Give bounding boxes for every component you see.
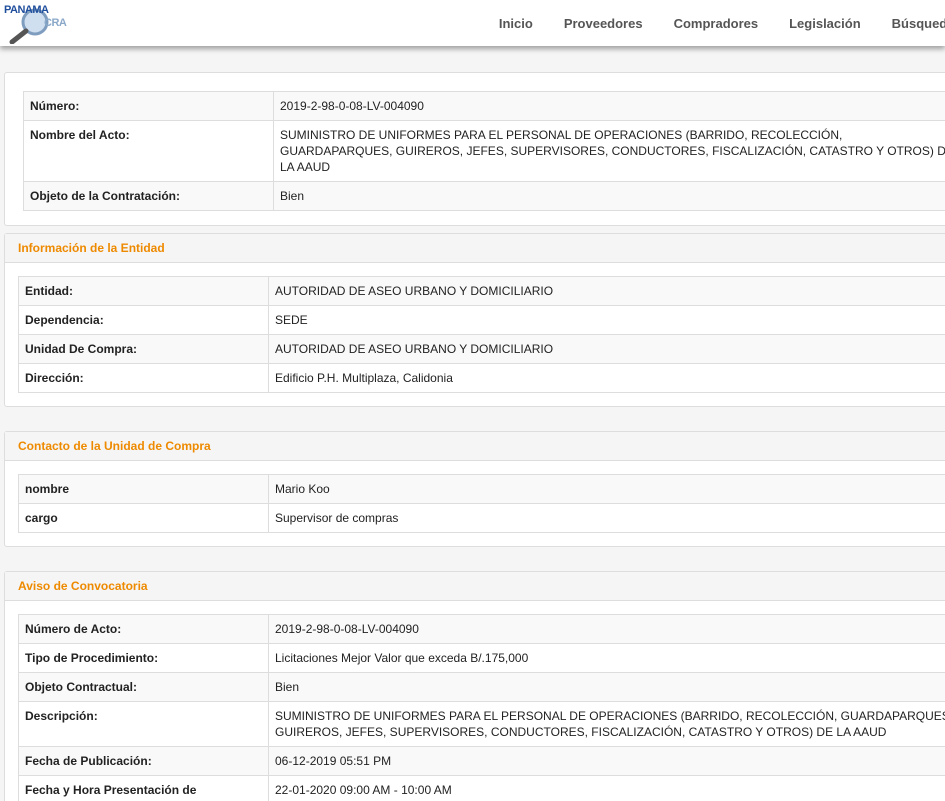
field-label: Dirección: <box>18 363 269 393</box>
field-value: 2019-2-98-0-08-LV-004090 <box>273 91 945 121</box>
entidad-panel: Información de la Entidad Entidad: AUTOR… <box>4 233 945 407</box>
contacto-panel-body: nombre Mario Koo cargo Supervisor de com… <box>5 461 945 546</box>
logo-text-top: PANAMA <box>4 4 49 16</box>
field-value: Bien <box>268 672 945 702</box>
field-value: SUMINISTRO DE UNIFORMES PARA EL PERSONAL… <box>273 120 945 182</box>
aviso-panel-body: Número de Acto: 2019-2-98-0-08-LV-004090… <box>5 601 945 801</box>
table-row: Entidad: AUTORIDAD DE ASEO URBANO Y DOMI… <box>18 276 945 306</box>
field-label: Fecha de Publicación: <box>18 746 269 776</box>
contacto-panel: Contacto de la Unidad de Compra nombre M… <box>4 431 945 547</box>
field-label: Nombre del Acto: <box>23 120 274 182</box>
table-row: Dirección: Edificio P.H. Multiplaza, Cal… <box>18 363 945 393</box>
field-value: Mario Koo <box>268 474 945 504</box>
panel-title: Aviso de Convocatoria <box>5 572 945 601</box>
entidad-panel-body: Entidad: AUTORIDAD DE ASEO URBANO Y DOMI… <box>5 263 945 406</box>
table-row: nombre Mario Koo <box>18 474 945 504</box>
table-row: Dependencia: SEDE <box>18 305 945 335</box>
entidad-table: Entidad: AUTORIDAD DE ASEO URBANO Y DOMI… <box>18 276 945 393</box>
contacto-table: nombre Mario Koo cargo Supervisor de com… <box>18 474 945 533</box>
aviso-panel: Aviso de Convocatoria Número de Acto: 20… <box>4 571 945 801</box>
table-row: Objeto de la Contratación: Bien <box>23 181 945 211</box>
summary-panel: Número: 2019-2-98-0-08-LV-004090 Nombre … <box>4 72 945 226</box>
main-nav: Inicio Proveedores Compradores Legislaci… <box>499 0 945 46</box>
field-value: 06-12-2019 05:51 PM <box>268 746 945 776</box>
aviso-table: Número de Acto: 2019-2-98-0-08-LV-004090… <box>18 614 945 801</box>
logo-text-bottom: CRA <box>44 17 67 29</box>
table-row: Tipo de Procedimiento: Licitaciones Mejo… <box>18 643 945 673</box>
field-label: cargo <box>18 503 269 533</box>
field-label: Número de Acto: <box>18 614 269 644</box>
field-label: Objeto Contractual: <box>18 672 269 702</box>
field-label: Dependencia: <box>18 305 269 335</box>
table-row: Objeto Contractual: Bien <box>18 672 945 702</box>
field-label: Fecha y Hora Presentación de <box>18 775 269 801</box>
summary-table: Número: 2019-2-98-0-08-LV-004090 Nombre … <box>23 91 945 211</box>
nav-proveedores[interactable]: Proveedores <box>564 16 643 31</box>
table-row: Unidad De Compra: AUTORIDAD DE ASEO URBA… <box>18 334 945 364</box>
table-row: Nombre del Acto: SUMINISTRO DE UNIFORMES… <box>23 120 945 182</box>
table-row: Fecha de Publicación: 06-12-2019 05:51 P… <box>18 746 945 776</box>
field-value: 22-01-2020 09:00 AM - 10:00 AM <box>268 775 945 801</box>
field-label: Unidad De Compra: <box>18 334 269 364</box>
panel-title: Información de la Entidad <box>5 234 945 263</box>
field-label: nombre <box>18 474 269 504</box>
field-value: Supervisor de compras <box>268 503 945 533</box>
field-value: SUMINISTRO DE UNIFORMES PARA EL PERSONAL… <box>268 701 945 747</box>
field-value: Licitaciones Mejor Valor que exceda B/.1… <box>268 643 945 673</box>
field-label: Número: <box>23 91 274 121</box>
page-content: Número: 2019-2-98-0-08-LV-004090 Nombre … <box>0 46 945 801</box>
table-row: Número: 2019-2-98-0-08-LV-004090 <box>23 91 945 121</box>
field-label: Objeto de la Contratación: <box>23 181 274 211</box>
table-row: Número de Acto: 2019-2-98-0-08-LV-004090 <box>18 614 945 644</box>
summary-panel-body: Número: 2019-2-98-0-08-LV-004090 Nombre … <box>5 73 945 225</box>
table-row: Fecha y Hora Presentación de 22-01-2020 … <box>18 775 945 801</box>
panel-title: Contacto de la Unidad de Compra <box>5 432 945 461</box>
field-value: 2019-2-98-0-08-LV-004090 <box>268 614 945 644</box>
table-row: cargo Supervisor de compras <box>18 503 945 533</box>
field-value: AUTORIDAD DE ASEO URBANO Y DOMICILIARIO <box>268 334 945 364</box>
nav-inicio[interactable]: Inicio <box>499 16 533 31</box>
nav-legislacion[interactable]: Legislación <box>789 16 861 31</box>
top-navigation-bar: PANAMA CRA Inicio Proveedores Compradore… <box>0 0 945 46</box>
nav-compradores[interactable]: Compradores <box>674 16 759 31</box>
panamacompra-logo[interactable]: PANAMA CRA <box>4 4 76 44</box>
field-label: Descripción: <box>18 701 269 747</box>
nav-busqueda[interactable]: Búsqueda A <box>892 16 945 31</box>
field-value: Bien <box>273 181 945 211</box>
field-value: AUTORIDAD DE ASEO URBANO Y DOMICILIARIO <box>268 276 945 306</box>
field-value: Edificio P.H. Multiplaza, Calidonia <box>268 363 945 393</box>
field-value: SEDE <box>268 305 945 335</box>
field-label: Tipo de Procedimiento: <box>18 643 269 673</box>
table-row: Descripción: SUMINISTRO DE UNIFORMES PAR… <box>18 701 945 747</box>
field-label: Entidad: <box>18 276 269 306</box>
